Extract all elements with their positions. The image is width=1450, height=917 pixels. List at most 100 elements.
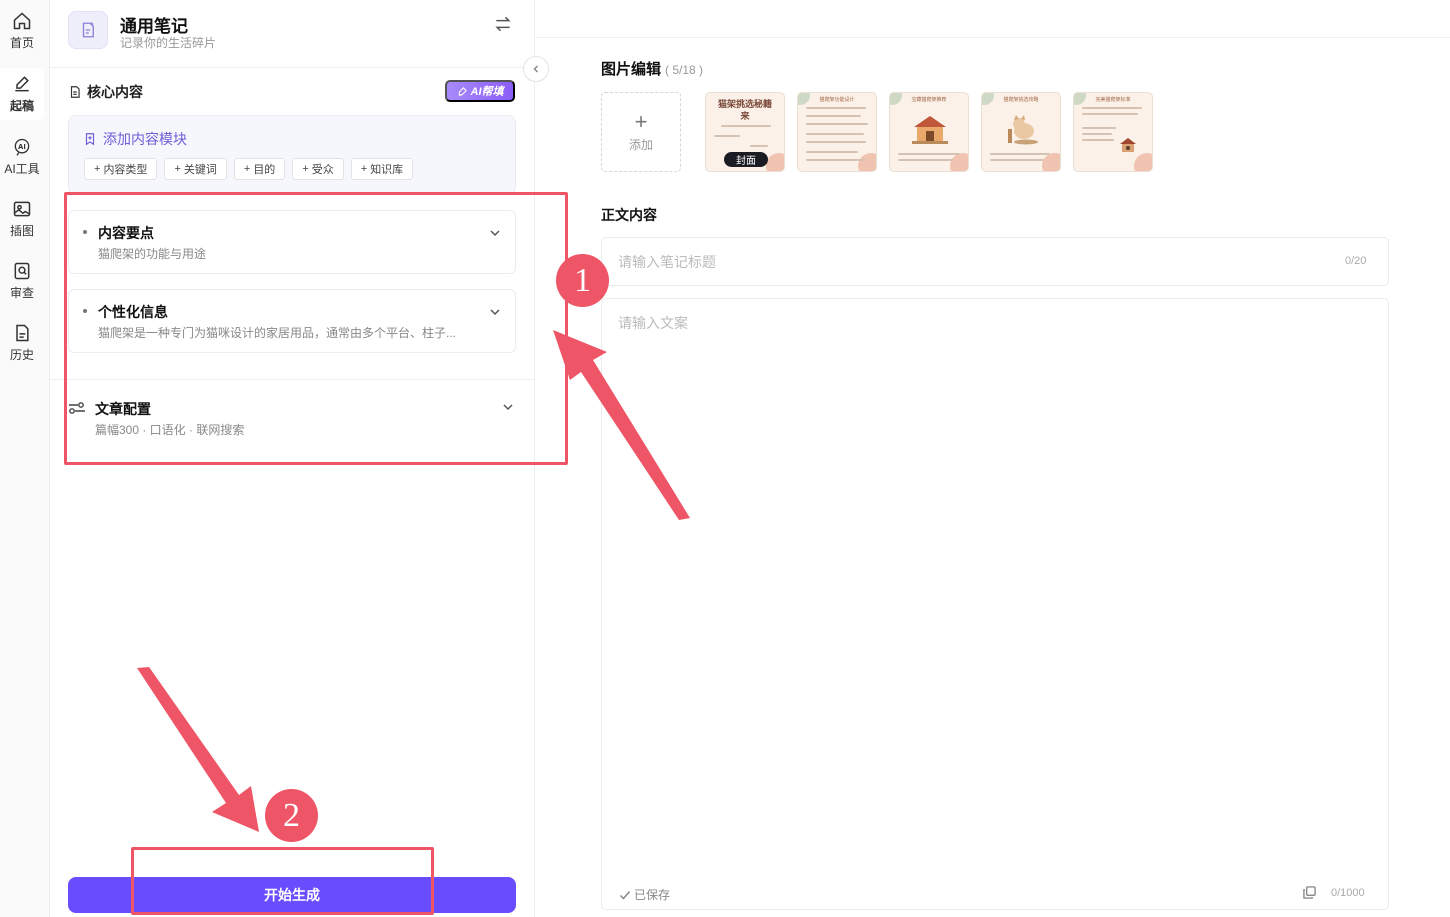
nav-illustration[interactable]: 插图 xyxy=(0,193,44,245)
magic-pen-icon xyxy=(458,86,467,96)
bookmark-plus-icon xyxy=(85,133,95,146)
content-points-card[interactable]: 内容要点 猫爬架的功能与用途 xyxy=(68,210,516,274)
chip-label: 知识库 xyxy=(370,164,404,176)
chevron-left-icon xyxy=(533,65,539,73)
nav-home[interactable]: 首页 xyxy=(0,5,44,57)
thumb-text-line xyxy=(806,133,864,135)
copy-icon[interactable] xyxy=(1303,886,1316,899)
ai-icon: AI xyxy=(14,138,30,156)
chip-purpose[interactable]: + 目的 xyxy=(233,158,286,180)
core-content-title: 核心内容 xyxy=(87,84,143,100)
chip-label: 内容类型 xyxy=(103,164,148,176)
content-points-title: 内容要点 xyxy=(98,225,154,241)
thumb-text-line xyxy=(806,115,861,117)
pen-icon xyxy=(15,76,29,92)
chip-keywords[interactable]: + 关键词 xyxy=(164,158,227,180)
add-image-tile[interactable]: + 添加 xyxy=(601,92,681,172)
chip-knowledge-base[interactable]: + 知识库 xyxy=(350,158,414,180)
thumb-text-line xyxy=(806,151,858,153)
chip-audience[interactable]: + 受众 xyxy=(292,158,344,180)
content-points-desc: 猫爬架的功能与用途 xyxy=(98,247,207,261)
start-generate-button[interactable]: 开始生成 xyxy=(68,877,516,913)
thumb-title: 猫爬架功能设计 xyxy=(819,97,855,103)
chip-label: 关键词 xyxy=(183,164,217,176)
nav-ai-tools-label: AI工具 xyxy=(4,162,40,176)
thumb-decor xyxy=(766,153,784,171)
note-type-subtitle: 记录你的生活碎片 xyxy=(120,36,217,50)
chip-label: 目的 xyxy=(253,164,276,176)
collapse-panel-button[interactable] xyxy=(523,56,549,82)
note-title-input[interactable] xyxy=(601,237,1389,286)
article-config-desc: 篇幅300 · 口语化 · 联网搜索 xyxy=(95,423,245,437)
thumb-text-line xyxy=(1082,127,1116,129)
image-thumb-4[interactable]: 猫爬架挑选攻略 xyxy=(981,92,1061,172)
config-panel: 通用笔记 记录你的生活碎片 核心内容 AI帮填 添加内容模块 + 内容类型 + 关键… xyxy=(50,0,535,917)
annotation-step-1: 1 xyxy=(556,254,609,307)
nav-history[interactable]: 历史 xyxy=(0,317,44,369)
ai-fill-button[interactable]: AI帮填 xyxy=(445,80,515,102)
core-content-heading: 核心内容 xyxy=(68,82,143,102)
personal-info-desc: 猫爬架是一种专门为猫咪设计的家居用品，通常由多个平台、柱子... xyxy=(98,326,457,340)
nav-ai-tools[interactable]: AI AI工具 xyxy=(0,131,44,183)
swap-icon[interactable] xyxy=(493,14,513,34)
thumb-text-line xyxy=(806,159,866,161)
image-thumb-3[interactable]: 宝藏猫爬架推荐 xyxy=(889,92,969,172)
bullet-dot xyxy=(83,230,87,234)
content-char-count: 0/1000 xyxy=(1331,887,1365,899)
image-edit-title: 图片编辑 xyxy=(601,61,662,78)
plus-icon: + xyxy=(174,163,181,175)
thumb-text-line xyxy=(1082,107,1142,109)
plus-icon: + xyxy=(302,163,309,175)
chevron-down-icon[interactable] xyxy=(502,401,514,413)
thumb-decor xyxy=(858,153,876,171)
thumb-text-line xyxy=(1082,133,1112,135)
thumb-text-line xyxy=(806,141,866,143)
plus-icon: + xyxy=(634,108,648,134)
nav-review-label: 审查 xyxy=(9,286,34,300)
thumb-decor xyxy=(1042,153,1060,171)
chevron-down-icon[interactable] xyxy=(489,306,501,318)
chevron-down-icon[interactable] xyxy=(489,227,501,239)
section-divider xyxy=(50,379,535,380)
thumb-text-line xyxy=(721,125,771,127)
saved-label: 已保存 xyxy=(634,888,671,902)
ai-fill-label: AI帮填 xyxy=(470,86,504,98)
bullet-dot xyxy=(83,309,87,313)
plus-icon: + xyxy=(360,163,368,175)
personal-info-card[interactable]: 个性化信息 猫爬架是一种专门为猫咪设计的家居用品，通常由多个平台、柱子... xyxy=(68,289,516,353)
document-icon xyxy=(70,86,80,98)
history-doc-icon xyxy=(16,324,29,342)
panel-header: 通用笔记 记录你的生活碎片 xyxy=(50,0,535,68)
nav-review[interactable]: 审查 xyxy=(0,255,44,307)
image-icon xyxy=(13,201,31,217)
cover-thumb-title: 猫架挑选秘籍来 xyxy=(717,99,772,121)
thumb-text-line xyxy=(990,159,1044,161)
module-chips: + 内容类型 + 关键词 + 目的 + 受众 + 知识库 xyxy=(84,158,414,180)
article-config-row[interactable]: 文章配置 篇幅300 · 口语化 · 联网搜索 xyxy=(68,398,516,442)
svg-text:AI: AI xyxy=(18,143,26,151)
review-icon xyxy=(14,262,30,280)
body-content-heading: 正文内容 xyxy=(601,207,657,223)
thumb-text-line xyxy=(898,159,954,161)
nav-home-label: 首页 xyxy=(9,36,34,50)
plus-icon: + xyxy=(243,163,251,175)
plus-icon: + xyxy=(94,163,101,175)
cover-badge: 封面 xyxy=(724,152,768,167)
image-thumb-cover[interactable]: 猫架挑选秘籍来 封面 xyxy=(705,92,785,172)
chip-content-type[interactable]: + 内容类型 xyxy=(84,158,158,180)
nav-draft[interactable]: 起稿 xyxy=(0,68,44,120)
thumb-text-line xyxy=(1082,113,1138,115)
note-type-icon xyxy=(68,11,108,49)
cat-illustration xyxy=(1008,115,1038,145)
image-thumb-2[interactable]: 猫爬架功能设计 xyxy=(797,92,877,172)
thumb-title: 完美猫爬架标准 xyxy=(1095,97,1131,103)
thumb-text-line xyxy=(806,123,868,125)
personal-info-title: 个性化信息 xyxy=(98,304,168,320)
add-content-module[interactable]: 添加内容模块 xyxy=(83,129,187,149)
image-thumb-5[interactable]: 完美猫爬架标准 xyxy=(1073,92,1153,172)
title-char-count: 0/20 xyxy=(1345,255,1367,267)
thumb-text-line xyxy=(806,107,866,109)
image-edit-heading: 图片编辑( 5/18 ) xyxy=(601,58,703,79)
small-cat-house-illustration xyxy=(1120,138,1136,152)
note-content-textarea[interactable] xyxy=(601,298,1389,910)
